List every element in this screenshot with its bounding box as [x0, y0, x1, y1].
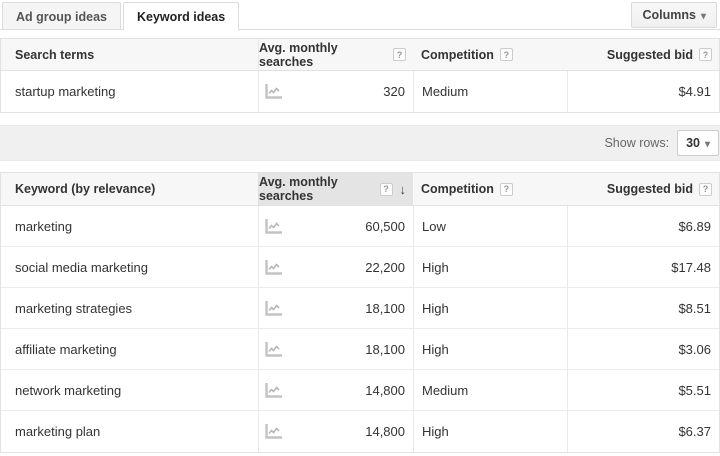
- bid-cell: $17.48: [567, 247, 719, 287]
- table-row: marketing strategies 18,100 High $8.51: [1, 288, 719, 329]
- search-terms-header-row: Search terms Avg. monthly searches ? Com…: [1, 39, 719, 71]
- table-row: network marketing 14,800 Medium $5.51: [1, 370, 719, 411]
- bid-cell: $4.91: [567, 71, 719, 112]
- table-row: affiliate marketing 18,100 High $3.06: [1, 329, 719, 370]
- searches-value: 14,800: [365, 382, 405, 398]
- header-avg-monthly-searches[interactable]: Avg. monthly searches ?: [258, 39, 413, 70]
- keyword-cell: marketing: [15, 218, 73, 234]
- searches-value: 14,800: [365, 424, 405, 439]
- help-icon[interactable]: ?: [379, 182, 393, 196]
- header-suggested-bid[interactable]: Suggested bid ?: [567, 173, 719, 205]
- columns-button[interactable]: Columns ▾: [631, 2, 717, 28]
- chevron-down-icon: ▾: [700, 11, 706, 22]
- sort-descending-icon: ↓: [399, 181, 407, 197]
- keyword-cell: social media marketing: [15, 259, 148, 275]
- show-rows-band: Show rows: 30 ▾: [0, 125, 720, 161]
- show-rows-value: 30: [686, 136, 700, 150]
- searches-cell: 320: [258, 71, 413, 112]
- searches-cell: 14,800: [258, 370, 413, 410]
- searches-value: 60,500: [365, 218, 405, 234]
- competition-cell: Medium: [413, 71, 567, 112]
- header-label: Competition: [421, 182, 494, 196]
- help-icon[interactable]: ?: [699, 182, 712, 196]
- keyword-cell: affiliate marketing: [15, 341, 117, 357]
- table-row: marketing 60,500 Low $6.89: [1, 206, 719, 247]
- table-row: marketing plan 14,800 High $6.37: [1, 411, 719, 452]
- keyword-rows: marketing 60,500 Low $6.89 social media …: [1, 206, 719, 452]
- bid-cell: $8.51: [567, 288, 719, 328]
- tab-keyword-ideas[interactable]: Keyword ideas: [122, 2, 240, 31]
- trend-chart-icon[interactable]: [265, 259, 282, 275]
- bid-cell: $6.37: [567, 411, 719, 452]
- trend-chart-icon[interactable]: [265, 341, 282, 357]
- competition-cell: High: [413, 411, 567, 452]
- header-keyword-by-relevance[interactable]: Keyword (by relevance): [1, 173, 258, 205]
- table-row: startup marketing 320 Medium $4.91: [1, 71, 719, 112]
- table-row: social media marketing 22,200 High $17.4…: [1, 247, 719, 288]
- header-competition[interactable]: Competition ?: [413, 39, 567, 70]
- trend-chart-icon[interactable]: [265, 300, 282, 316]
- chevron-down-icon: ▾: [704, 139, 710, 150]
- header-label: Suggested bid: [606, 182, 693, 196]
- bid-cell: $5.51: [567, 370, 719, 410]
- bid-cell: $3.06: [567, 329, 719, 369]
- header-search-terms[interactable]: Search terms: [1, 39, 258, 70]
- show-rows-label: Show rows:: [604, 136, 670, 150]
- help-icon[interactable]: ?: [499, 48, 513, 61]
- trend-chart-icon[interactable]: [265, 382, 282, 398]
- trend-chart-icon[interactable]: [265, 218, 282, 234]
- keyword-cell: marketing plan: [15, 424, 101, 439]
- bid-cell: $6.89: [567, 206, 719, 246]
- help-icon[interactable]: ?: [499, 182, 513, 196]
- search-term-cell: startup marketing: [15, 84, 116, 99]
- tab-bar: Ad group ideas Keyword ideas Columns ▾: [0, 0, 720, 31]
- searches-value: 18,100: [365, 300, 405, 316]
- tab-ad-group-ideas[interactable]: Ad group ideas: [2, 2, 121, 30]
- show-rows-dropdown[interactable]: 30 ▾: [677, 130, 719, 156]
- header-suggested-bid[interactable]: Suggested bid ?: [567, 39, 719, 70]
- competition-cell: High: [413, 329, 567, 369]
- searches-cell: 22,200: [258, 247, 413, 287]
- keyword-cell: network marketing: [15, 382, 122, 398]
- searches-cell: 60,500: [258, 206, 413, 246]
- header-label: Competition: [421, 47, 494, 62]
- search-terms-table: Search terms Avg. monthly searches ? Com…: [0, 38, 720, 113]
- searches-cell: 14,800: [258, 411, 413, 452]
- columns-button-label: Columns: [642, 8, 696, 22]
- searches-value: 18,100: [365, 341, 405, 357]
- trend-chart-icon[interactable]: [265, 84, 282, 99]
- keyword-header-row: Keyword (by relevance) Avg. monthly sear…: [1, 173, 719, 206]
- trend-chart-icon[interactable]: [265, 424, 282, 439]
- header-competition[interactable]: Competition ?: [413, 173, 567, 205]
- keyword-ideas-table: Keyword (by relevance) Avg. monthly sear…: [0, 172, 720, 453]
- competition-cell: High: [413, 247, 567, 287]
- header-label: Avg. monthly searches: [259, 175, 338, 203]
- searches-value: 22,200: [365, 259, 405, 275]
- header-avg-monthly-searches-sorted[interactable]: Avg. monthly searches ? ↓: [258, 173, 413, 205]
- competition-cell: Medium: [413, 370, 567, 410]
- searches-value: 320: [383, 84, 405, 99]
- keyword-cell: marketing strategies: [15, 300, 133, 316]
- competition-cell: High: [413, 288, 567, 328]
- header-label: Suggested bid: [606, 47, 693, 62]
- competition-cell: Low: [413, 206, 567, 246]
- header-label: Avg. monthly searches: [259, 40, 338, 69]
- help-icon[interactable]: ?: [699, 48, 712, 61]
- searches-cell: 18,100: [258, 329, 413, 369]
- help-icon[interactable]: ?: [393, 48, 406, 61]
- searches-cell: 18,100: [258, 288, 413, 328]
